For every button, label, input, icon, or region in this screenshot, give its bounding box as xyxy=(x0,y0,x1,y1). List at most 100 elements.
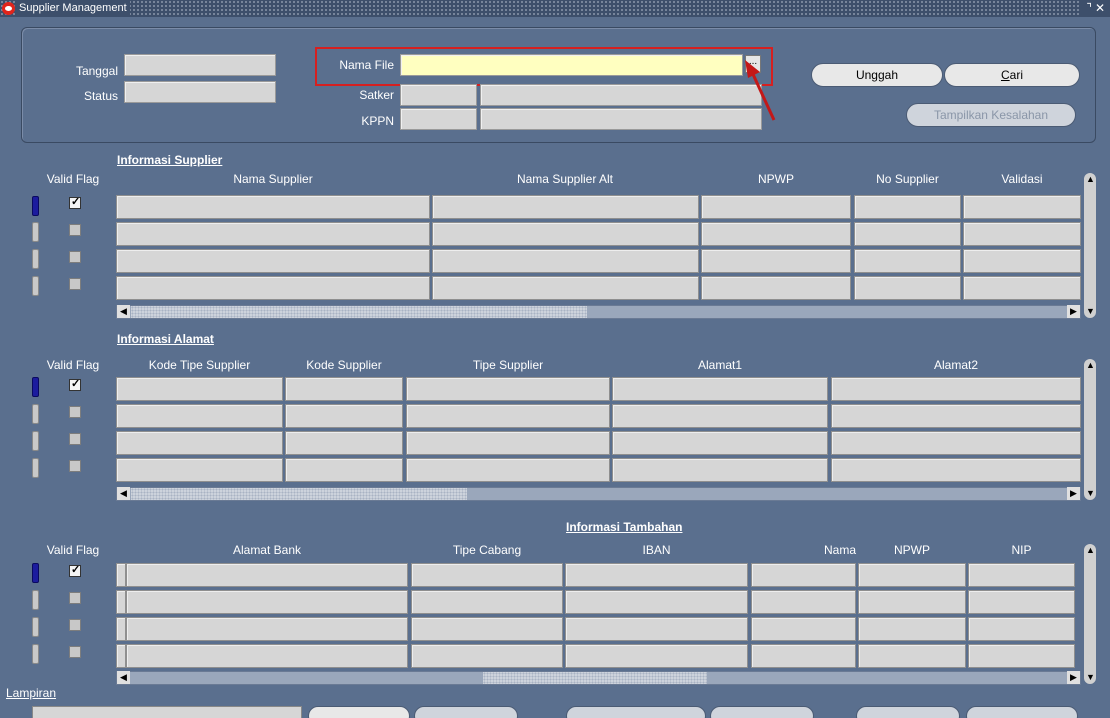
validasi-cell[interactable] xyxy=(963,249,1081,273)
no-supplier-cell[interactable] xyxy=(854,276,961,300)
row-selector-cell[interactable] xyxy=(116,590,126,614)
valid-flag-checkbox[interactable] xyxy=(69,619,81,631)
alamat2-cell[interactable] xyxy=(831,404,1081,428)
alamat1-cell[interactable] xyxy=(612,377,828,401)
status-field[interactable] xyxy=(124,81,276,103)
tambahan-horizontal-scrollbar[interactable]: ◀ ▶ xyxy=(116,671,1081,685)
tampilkan-kesalahan-button[interactable]: Tampilkan Kesalahan xyxy=(906,103,1076,127)
validasi-cell[interactable] xyxy=(963,195,1081,219)
scroll-down-icon[interactable]: ▼ xyxy=(1084,487,1097,500)
nama-supplier-cell[interactable] xyxy=(116,276,430,300)
row-indicator[interactable] xyxy=(32,563,39,583)
bottom-button[interactable] xyxy=(414,706,518,718)
tipe-supplier-cell[interactable] xyxy=(406,431,610,455)
nama-supplier-cell[interactable] xyxy=(116,222,430,246)
valid-flag-checkbox[interactable] xyxy=(69,433,81,445)
iban-cell[interactable] xyxy=(565,644,748,668)
npwp-cell[interactable] xyxy=(701,195,851,219)
valid-flag-checkbox[interactable] xyxy=(69,251,81,263)
kode-supplier-cell[interactable] xyxy=(285,431,403,455)
nama-supplier-cell[interactable] xyxy=(116,195,430,219)
valid-flag-checkbox[interactable] xyxy=(69,646,81,658)
scroll-up-icon[interactable]: ▲ xyxy=(1084,359,1097,372)
valid-flag-checkbox[interactable] xyxy=(69,563,81,577)
row-indicator[interactable] xyxy=(32,222,39,242)
tipe-cabang-cell[interactable] xyxy=(411,563,563,587)
kode-tipe-supplier-cell[interactable] xyxy=(116,458,283,482)
tipe-cabang-cell[interactable] xyxy=(411,590,563,614)
row-indicator[interactable] xyxy=(32,644,39,664)
scroll-down-icon[interactable]: ▼ xyxy=(1084,671,1097,684)
no-supplier-cell[interactable] xyxy=(854,222,961,246)
nip-cell[interactable] xyxy=(968,563,1075,587)
bottom-button[interactable] xyxy=(856,706,960,718)
kode-tipe-supplier-cell[interactable] xyxy=(116,377,283,401)
tambahan-vertical-scrollbar[interactable]: ▲ ▼ xyxy=(1083,543,1097,685)
satker-code-field[interactable] xyxy=(400,84,477,106)
npwp-cell[interactable] xyxy=(858,563,966,587)
lampiran-link[interactable]: Lampiran xyxy=(6,686,56,700)
alamat2-cell[interactable] xyxy=(831,377,1081,401)
row-indicator[interactable] xyxy=(32,196,39,216)
tipe-cabang-cell[interactable] xyxy=(411,644,563,668)
row-indicator[interactable] xyxy=(32,431,39,451)
scroll-right-icon[interactable]: ▶ xyxy=(1067,305,1080,318)
alamat-horizontal-scrollbar[interactable]: ◀ ▶ xyxy=(116,487,1081,501)
nip-cell[interactable] xyxy=(968,617,1075,641)
iban-cell[interactable] xyxy=(565,617,748,641)
scroll-up-icon[interactable]: ▲ xyxy=(1084,173,1097,186)
npwp-cell[interactable] xyxy=(701,276,851,300)
valid-flag-checkbox[interactable] xyxy=(69,224,81,236)
row-indicator[interactable] xyxy=(32,458,39,478)
scroll-right-icon[interactable]: ▶ xyxy=(1067,487,1080,500)
alamat-bank-cell[interactable] xyxy=(126,563,408,587)
unggah-button[interactable]: Unggah xyxy=(811,63,943,87)
scroll-right-icon[interactable]: ▶ xyxy=(1067,671,1080,684)
alamat1-cell[interactable] xyxy=(612,458,828,482)
npwp-cell[interactable] xyxy=(858,617,966,641)
iban-cell[interactable] xyxy=(565,590,748,614)
valid-flag-checkbox[interactable] xyxy=(69,278,81,290)
alamat1-cell[interactable] xyxy=(612,431,828,455)
row-selector-cell[interactable] xyxy=(116,644,126,668)
row-indicator[interactable] xyxy=(32,404,39,424)
npwp-cell[interactable] xyxy=(858,644,966,668)
valid-flag-checkbox[interactable] xyxy=(69,592,81,604)
alamat2-cell[interactable] xyxy=(831,431,1081,455)
supplier-horizontal-scrollbar[interactable]: ◀ ▶ xyxy=(116,305,1081,319)
scrollbar-thumb[interactable] xyxy=(131,488,467,500)
validasi-cell[interactable] xyxy=(963,222,1081,246)
npwp-cell[interactable] xyxy=(701,249,851,273)
kode-supplier-cell[interactable] xyxy=(285,377,403,401)
scrollbar-thumb[interactable] xyxy=(483,672,707,684)
alamat-bank-cell[interactable] xyxy=(126,617,408,641)
iban-cell[interactable] xyxy=(565,563,748,587)
nama-file-input[interactable] xyxy=(400,54,743,76)
bottom-button[interactable] xyxy=(566,706,706,718)
nip-cell[interactable] xyxy=(968,644,1075,668)
tipe-cabang-cell[interactable] xyxy=(411,617,563,641)
nama-cell[interactable] xyxy=(751,644,856,668)
scroll-down-icon[interactable]: ▼ xyxy=(1084,305,1097,318)
lampiran-field[interactable] xyxy=(32,706,302,718)
kode-tipe-supplier-cell[interactable] xyxy=(116,431,283,455)
npwp-cell[interactable] xyxy=(858,590,966,614)
scroll-left-icon[interactable]: ◀ xyxy=(117,305,130,318)
no-supplier-cell[interactable] xyxy=(854,195,961,219)
window-controls[interactable]: ⌝✕ xyxy=(1080,0,1110,17)
alamat1-cell[interactable] xyxy=(612,404,828,428)
nama-supplier-cell[interactable] xyxy=(116,249,430,273)
supplier-vertical-scrollbar[interactable]: ▲ ▼ xyxy=(1083,172,1097,319)
cari-button[interactable]: Cari xyxy=(944,63,1080,87)
nama-supplier-alt-cell[interactable] xyxy=(432,276,699,300)
scroll-left-icon[interactable]: ◀ xyxy=(117,671,130,684)
alamat-bank-cell[interactable] xyxy=(126,644,408,668)
kode-tipe-supplier-cell[interactable] xyxy=(116,404,283,428)
kode-supplier-cell[interactable] xyxy=(285,458,403,482)
tipe-supplier-cell[interactable] xyxy=(406,458,610,482)
row-selector-cell[interactable] xyxy=(116,617,126,641)
nama-supplier-alt-cell[interactable] xyxy=(432,249,699,273)
row-indicator[interactable] xyxy=(32,617,39,637)
row-indicator[interactable] xyxy=(32,276,39,296)
row-selector-cell[interactable] xyxy=(116,563,126,587)
